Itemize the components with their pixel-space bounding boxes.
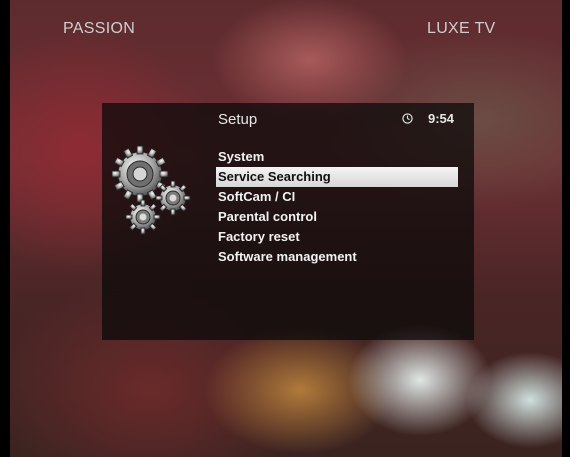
menu-item-system[interactable]: System: [216, 147, 458, 167]
setup-menu-list: System Service Searching SoftCam / CI Pa…: [216, 147, 458, 267]
menu-item-factory-reset[interactable]: Factory reset: [216, 227, 458, 247]
channel-watermark-left: PASSION: [63, 20, 136, 37]
clock-time: 9:54: [428, 111, 455, 126]
setup-menu-panel: Setup 9:54 System Service Searching Soft…: [102, 103, 474, 340]
menu-item-software-management[interactable]: Software management: [216, 247, 458, 267]
clock-icon: [402, 113, 413, 124]
channel-watermark-right: LUXE TV: [427, 20, 496, 37]
menu-title: Setup: [218, 111, 258, 128]
menu-item-service-searching[interactable]: Service Searching: [216, 167, 458, 187]
gears-icon: [111, 145, 191, 235]
menu-item-parental-control[interactable]: Parental control: [216, 207, 458, 227]
menu-item-softcam-ci[interactable]: SoftCam / CI: [216, 187, 458, 207]
